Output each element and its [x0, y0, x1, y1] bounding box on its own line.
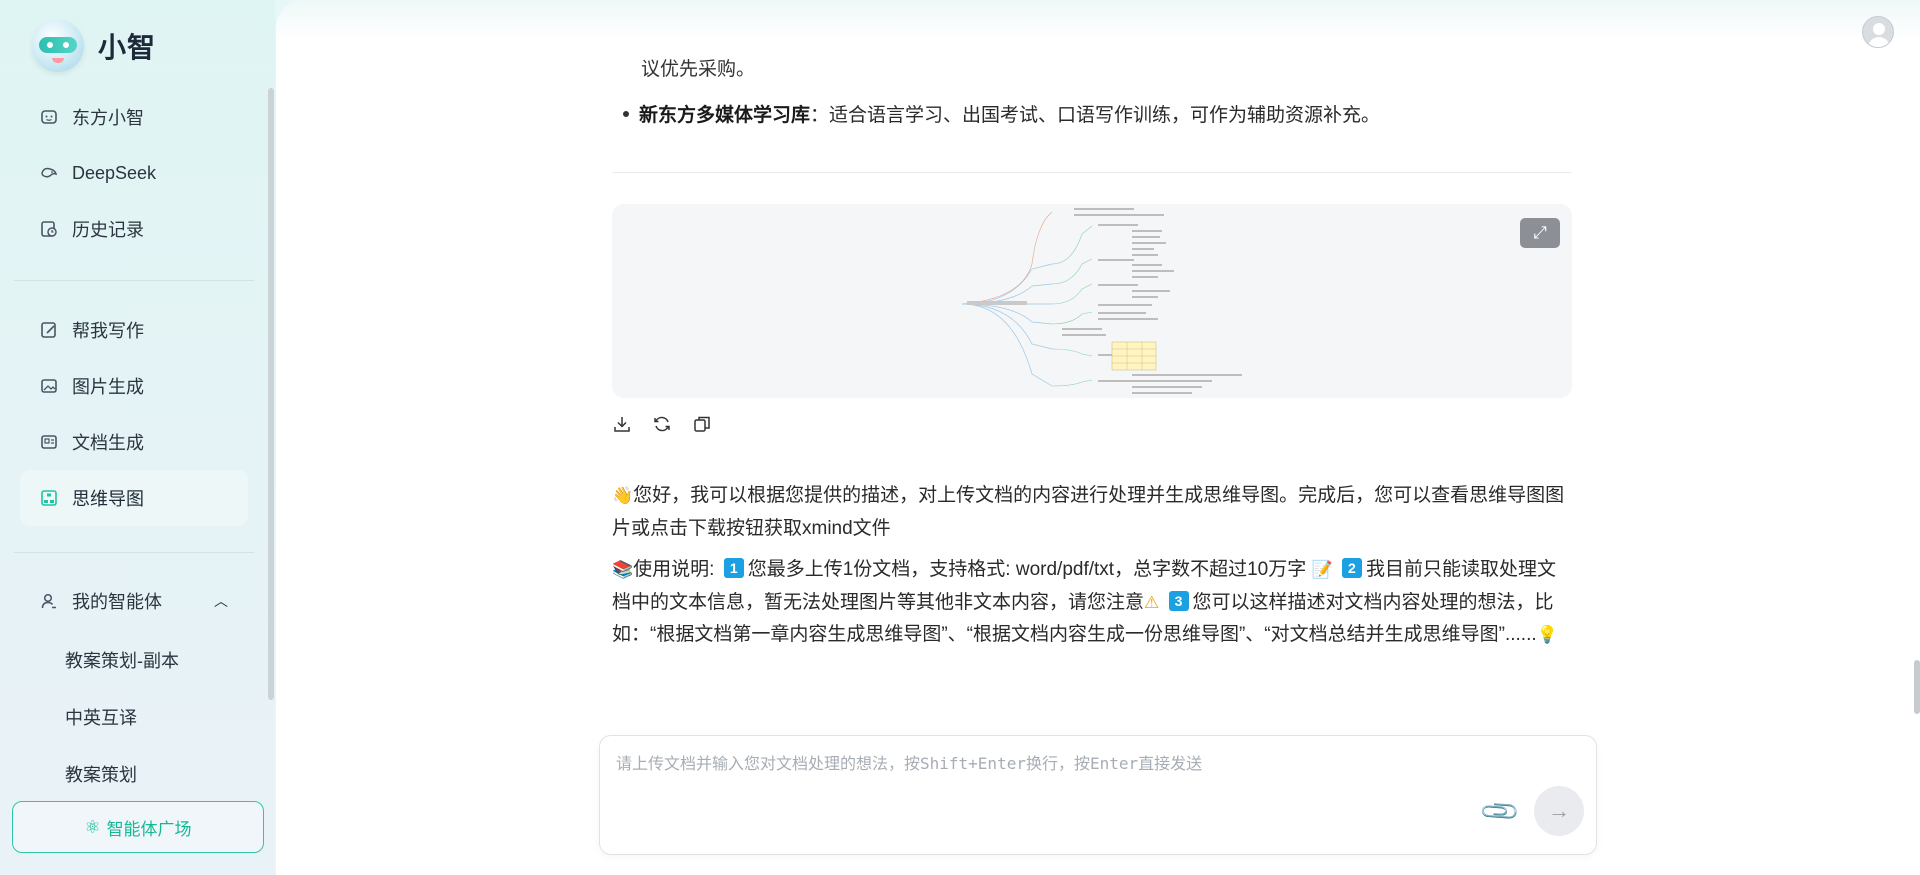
nav-item-label: 帮我写作 [72, 321, 144, 341]
chat-input-box: 📎 → [599, 735, 1597, 855]
nav-item-mindmap[interactable]: 思维导图 [20, 470, 248, 526]
document-icon [41, 435, 57, 449]
nav-item-doc-gen[interactable]: 文档生成 [20, 414, 248, 470]
nav-item-history[interactable]: 历史记录 [20, 201, 248, 257]
whale-icon [41, 167, 58, 178]
my-agents-label: 我的智能体 [72, 592, 162, 612]
waving-hand-icon: 👋 [612, 486, 634, 506]
agent-item[interactable]: 教案策划 [20, 745, 248, 802]
expand-icon[interactable]: ⤢ [1520, 218, 1560, 248]
brand-name: 小智 [98, 32, 157, 63]
nav-item-label: 思维导图 [72, 489, 144, 509]
agent-list: 教案策划-副本 中英互译 教案策划 [20, 631, 248, 802]
books-icon: 📚 [612, 560, 634, 580]
agent-plaza-button[interactable]: ⚛ 智能体广场 [12, 801, 264, 853]
agent-plaza-label: 智能体广场 [106, 819, 192, 839]
nav-item-label: 历史记录 [72, 220, 144, 240]
warning-icon: ⚠ [1144, 592, 1160, 613]
sidebar: 小智 东方小智 DeepSeek 历史记录 帮我写作 图片生成 文档生成 思维导… [0, 0, 275, 875]
history-icon [41, 221, 57, 237]
chat-main: 议优先采购。 新东方多媒体学习库 ：适合语言学习、出国考试、口语写作训练，可作为… [276, 0, 1920, 875]
chat-scrollbar[interactable] [1914, 660, 1920, 714]
divider [14, 552, 254, 553]
bullet-bold-text: 新东方多媒体学习库 [639, 105, 811, 126]
nav-item-label: 文档生成 [72, 433, 144, 453]
nav-tools: 帮我写作 图片生成 文档生成 思维导图 [20, 302, 248, 526]
message-bullet: 新东方多媒体学习库 ：适合语言学习、出国考试、口语写作训练，可作为辅助资源补充。 [612, 100, 1572, 127]
user-icon [41, 593, 56, 609]
number-badge: 3 [1168, 590, 1189, 611]
chat-input[interactable] [616, 750, 1436, 790]
nav-item-write[interactable]: 帮我写作 [20, 302, 248, 358]
nav-primary: 东方小智 DeepSeek 历史记录 [20, 89, 248, 257]
send-button[interactable]: → [1534, 786, 1584, 836]
number-badge: 2 [1341, 558, 1362, 578]
message-actions [612, 412, 712, 436]
nav-item-label: DeepSeek [72, 162, 157, 183]
assistant-intro: 👋您好，我可以根据您提供的描述，对上传文档的内容进行处理并生成思维导图。完成后，… [612, 480, 1572, 545]
usage-instructions: 📚使用说明: 1 您最多上传1份文档，支持格式: word/pdf/txt，总字数… [612, 554, 1572, 652]
bullet-text: ：适合语言学习、出国考试、口语写作训练，可作为辅助资源补充。 [810, 105, 1381, 126]
mindmap-preview[interactable]: ⤢ [612, 204, 1572, 398]
nav-item-label: 图片生成 [72, 377, 144, 397]
divider [14, 280, 254, 281]
paperclip-icon[interactable]: 📎 [1477, 789, 1522, 834]
download-icon[interactable] [612, 412, 632, 436]
lightbulb-icon: 💡 [1536, 625, 1558, 645]
divider [612, 172, 1572, 173]
write-icon [41, 322, 56, 338]
intro-text: 您好，我可以根据您提供的描述，对上传文档的内容进行处理并生成思维导图。完成后，您… [612, 485, 1565, 539]
arrow-right-icon: → [1548, 798, 1570, 823]
nav-item-deepseek[interactable]: DeepSeek [20, 145, 248, 201]
my-agents-toggle[interactable]: 我的智能体 ︿ [20, 573, 248, 629]
regenerate-icon[interactable] [652, 412, 672, 436]
number-badge: 1 [723, 558, 744, 578]
mindmap-icon [41, 490, 57, 506]
usage-1: 您最多上传1份文档，支持格式: word/pdf/txt，总字数不超过10万字 [747, 559, 1307, 580]
sidebar-scrollbar[interactable] [268, 88, 274, 700]
brand[interactable]: 小智 [32, 20, 156, 72]
nav-item-label: 东方小智 [72, 108, 144, 128]
nav-item-dongfang-xiaozhi[interactable]: 东方小智 [20, 89, 248, 145]
chevron-up-icon[interactable]: ︿ [214, 591, 228, 611]
usage-prefix: 使用说明: [633, 559, 715, 580]
nav-item-image-gen[interactable]: 图片生成 [20, 358, 248, 414]
robot-face-icon [41, 110, 57, 124]
agent-item[interactable]: 中英互译 [20, 688, 248, 745]
mindmap-image [961, 208, 1242, 394]
user-avatar[interactable] [1862, 16, 1894, 48]
image-icon [41, 379, 57, 393]
nav-agents: 我的智能体 ︿ [20, 573, 248, 629]
copy-icon[interactable] [692, 412, 712, 436]
agent-item[interactable]: 教案策划-副本 [20, 631, 248, 688]
message-text-fragment: 议优先采购。 [641, 59, 756, 80]
atom-icon: ⚛ [84, 816, 101, 837]
robot-logo-icon [32, 20, 84, 72]
memo-icon: 📝 [1311, 560, 1333, 580]
